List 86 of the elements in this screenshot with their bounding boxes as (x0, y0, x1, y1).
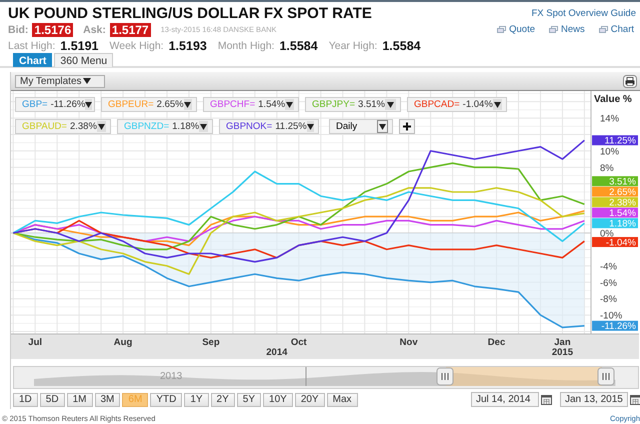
date-field[interactable]: Jul 14, 2014 (471, 392, 539, 407)
y-tick-label: 8% (600, 162, 614, 174)
value-tag: 3.51% (592, 176, 638, 188)
y-tick-label: -10% (600, 310, 622, 322)
series-selector[interactable]: GBPJPY= 3.51% (305, 97, 401, 112)
range-button[interactable]: 5D (40, 392, 65, 406)
range-button[interactable]: 1D (13, 392, 38, 406)
value-tag: 2.65% (592, 186, 638, 198)
y-tick-label: -6% (600, 278, 617, 289)
print-icon[interactable] (623, 74, 637, 88)
y-tick-label: 14% (600, 114, 620, 125)
axis-title: Value % (594, 94, 632, 105)
range-button[interactable]: YTD (150, 392, 182, 406)
series-selector[interactable]: GBPNOK= 11.25% (219, 119, 319, 134)
range-button[interactable]: 10Y (263, 392, 293, 406)
value-tag: 2.38% (592, 197, 638, 208)
series-selector[interactable]: GBPCAD= -1.04% (407, 97, 507, 112)
add-icon[interactable] (399, 119, 415, 134)
window-icon (497, 26, 506, 33)
range-button[interactable]: 1Y (184, 392, 209, 406)
caret-icon (184, 102, 192, 108)
value-tag: -11.26% (592, 320, 638, 332)
y-tick-label: -8% (600, 294, 617, 306)
range-button[interactable]: 20Y (294, 392, 325, 406)
x-tick-label: Jan (554, 337, 571, 348)
high-value: 1.5584 (382, 38, 421, 52)
calendar-icon[interactable] (630, 394, 640, 405)
caret-icon (286, 102, 294, 108)
popup-link[interactable]: News (549, 24, 585, 35)
series-selector[interactable]: GBPEUR= 2.65% (101, 97, 197, 112)
y-tick-label: 0% (600, 228, 614, 240)
x-tick-label: Aug (114, 337, 132, 348)
high-label: Month High: (218, 40, 274, 52)
caret-icon (386, 102, 394, 108)
high-value: 1.5584 (279, 38, 318, 52)
range-button[interactable]: 3M (94, 392, 120, 406)
high-value: 1.5191 (60, 38, 99, 52)
series-selector[interactable]: GBPCHF= 1.54% (203, 97, 299, 112)
window-icon (598, 26, 608, 33)
range-button[interactable]: 1M (66, 392, 92, 406)
quote-label: Bid: (8, 24, 28, 36)
tab[interactable]: Chart (13, 53, 52, 67)
x-tick-label: Jul (28, 337, 42, 348)
caret-icon (379, 124, 386, 130)
year-label: 2014 (266, 347, 288, 358)
high-label: Last High: (8, 40, 56, 52)
calendar-icon[interactable] (541, 394, 552, 405)
y-tick-label: -4% (600, 261, 617, 272)
quote-value: 1.5176 (32, 22, 74, 36)
page-title: UK POUND STERLING/US DOLLAR FX SPOT RATE (8, 5, 373, 22)
window-icon (549, 26, 558, 33)
quote-label: Ask: (83, 24, 106, 36)
caret-icon (200, 124, 208, 130)
caret-icon (306, 124, 314, 130)
range-button[interactable]: 2Y (210, 392, 235, 406)
quote-value: 1.5177 (110, 22, 151, 36)
range-button[interactable]: 5Y (236, 392, 262, 406)
series-selector[interactable]: GBPAUD= 2.38% (15, 119, 111, 134)
value-tag: 1.54% (592, 208, 638, 219)
x-tick-label: Sep (202, 337, 220, 348)
series-selector[interactable]: GBPNZD= 1.18% (117, 119, 213, 134)
guide-link[interactable]: FX Spot Overview Guide (531, 8, 636, 19)
x-tick-label: Nov (400, 337, 418, 348)
interval-dropdown[interactable]: Daily (329, 119, 393, 134)
high-value: 1.5193 (168, 38, 207, 52)
high-label: Week High: (110, 40, 164, 52)
x-tick-label: Dec (488, 337, 506, 348)
popup-link[interactable]: Chart (598, 24, 634, 35)
series-selector[interactable]: GBP= -11.26% (15, 97, 95, 112)
navigator-year-label: 2013 (160, 371, 182, 382)
x-tick-label: Oct (290, 337, 307, 348)
year-label: 2015 (552, 347, 573, 358)
templates-dropdown[interactable]: My Templates (15, 74, 105, 88)
tab[interactable]: 360 Menu (54, 53, 114, 67)
range-button[interactable]: Max (326, 392, 358, 406)
caret-icon (82, 78, 91, 84)
caret-icon (98, 124, 105, 130)
value-tag: 1.18% (592, 218, 638, 230)
caret-icon (494, 102, 501, 108)
value-tag: 11.25% (592, 135, 638, 147)
value-tag: -1.04% (592, 237, 638, 248)
high-label: Year High: (328, 40, 378, 52)
popup-link[interactable]: Quote (497, 24, 535, 35)
caret-icon (85, 102, 92, 108)
y-tick-label: 10% (600, 146, 620, 158)
date-field[interactable]: Jan 13, 2015 (560, 392, 628, 407)
